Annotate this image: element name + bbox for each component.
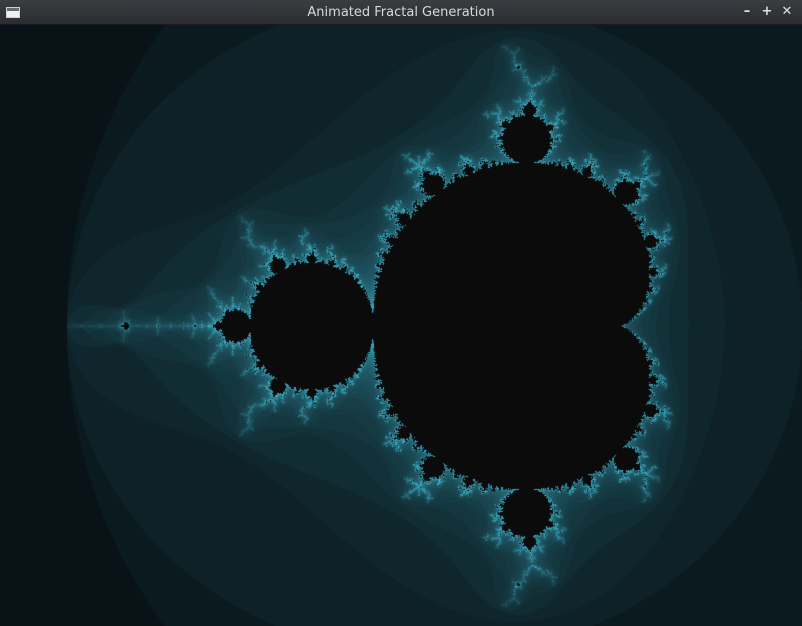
window-title: Animated Fractal Generation <box>307 5 495 20</box>
app-window: Animated Fractal Generation – + ✕ <box>0 0 802 626</box>
minimize-icon[interactable]: – <box>739 4 755 20</box>
fractal-canvas[interactable] <box>0 25 802 626</box>
fractal-viewport[interactable] <box>0 25 802 626</box>
close-icon[interactable]: ✕ <box>779 4 795 20</box>
title-bar[interactable]: Animated Fractal Generation – + ✕ <box>0 0 802 25</box>
maximize-icon[interactable]: + <box>759 4 775 20</box>
